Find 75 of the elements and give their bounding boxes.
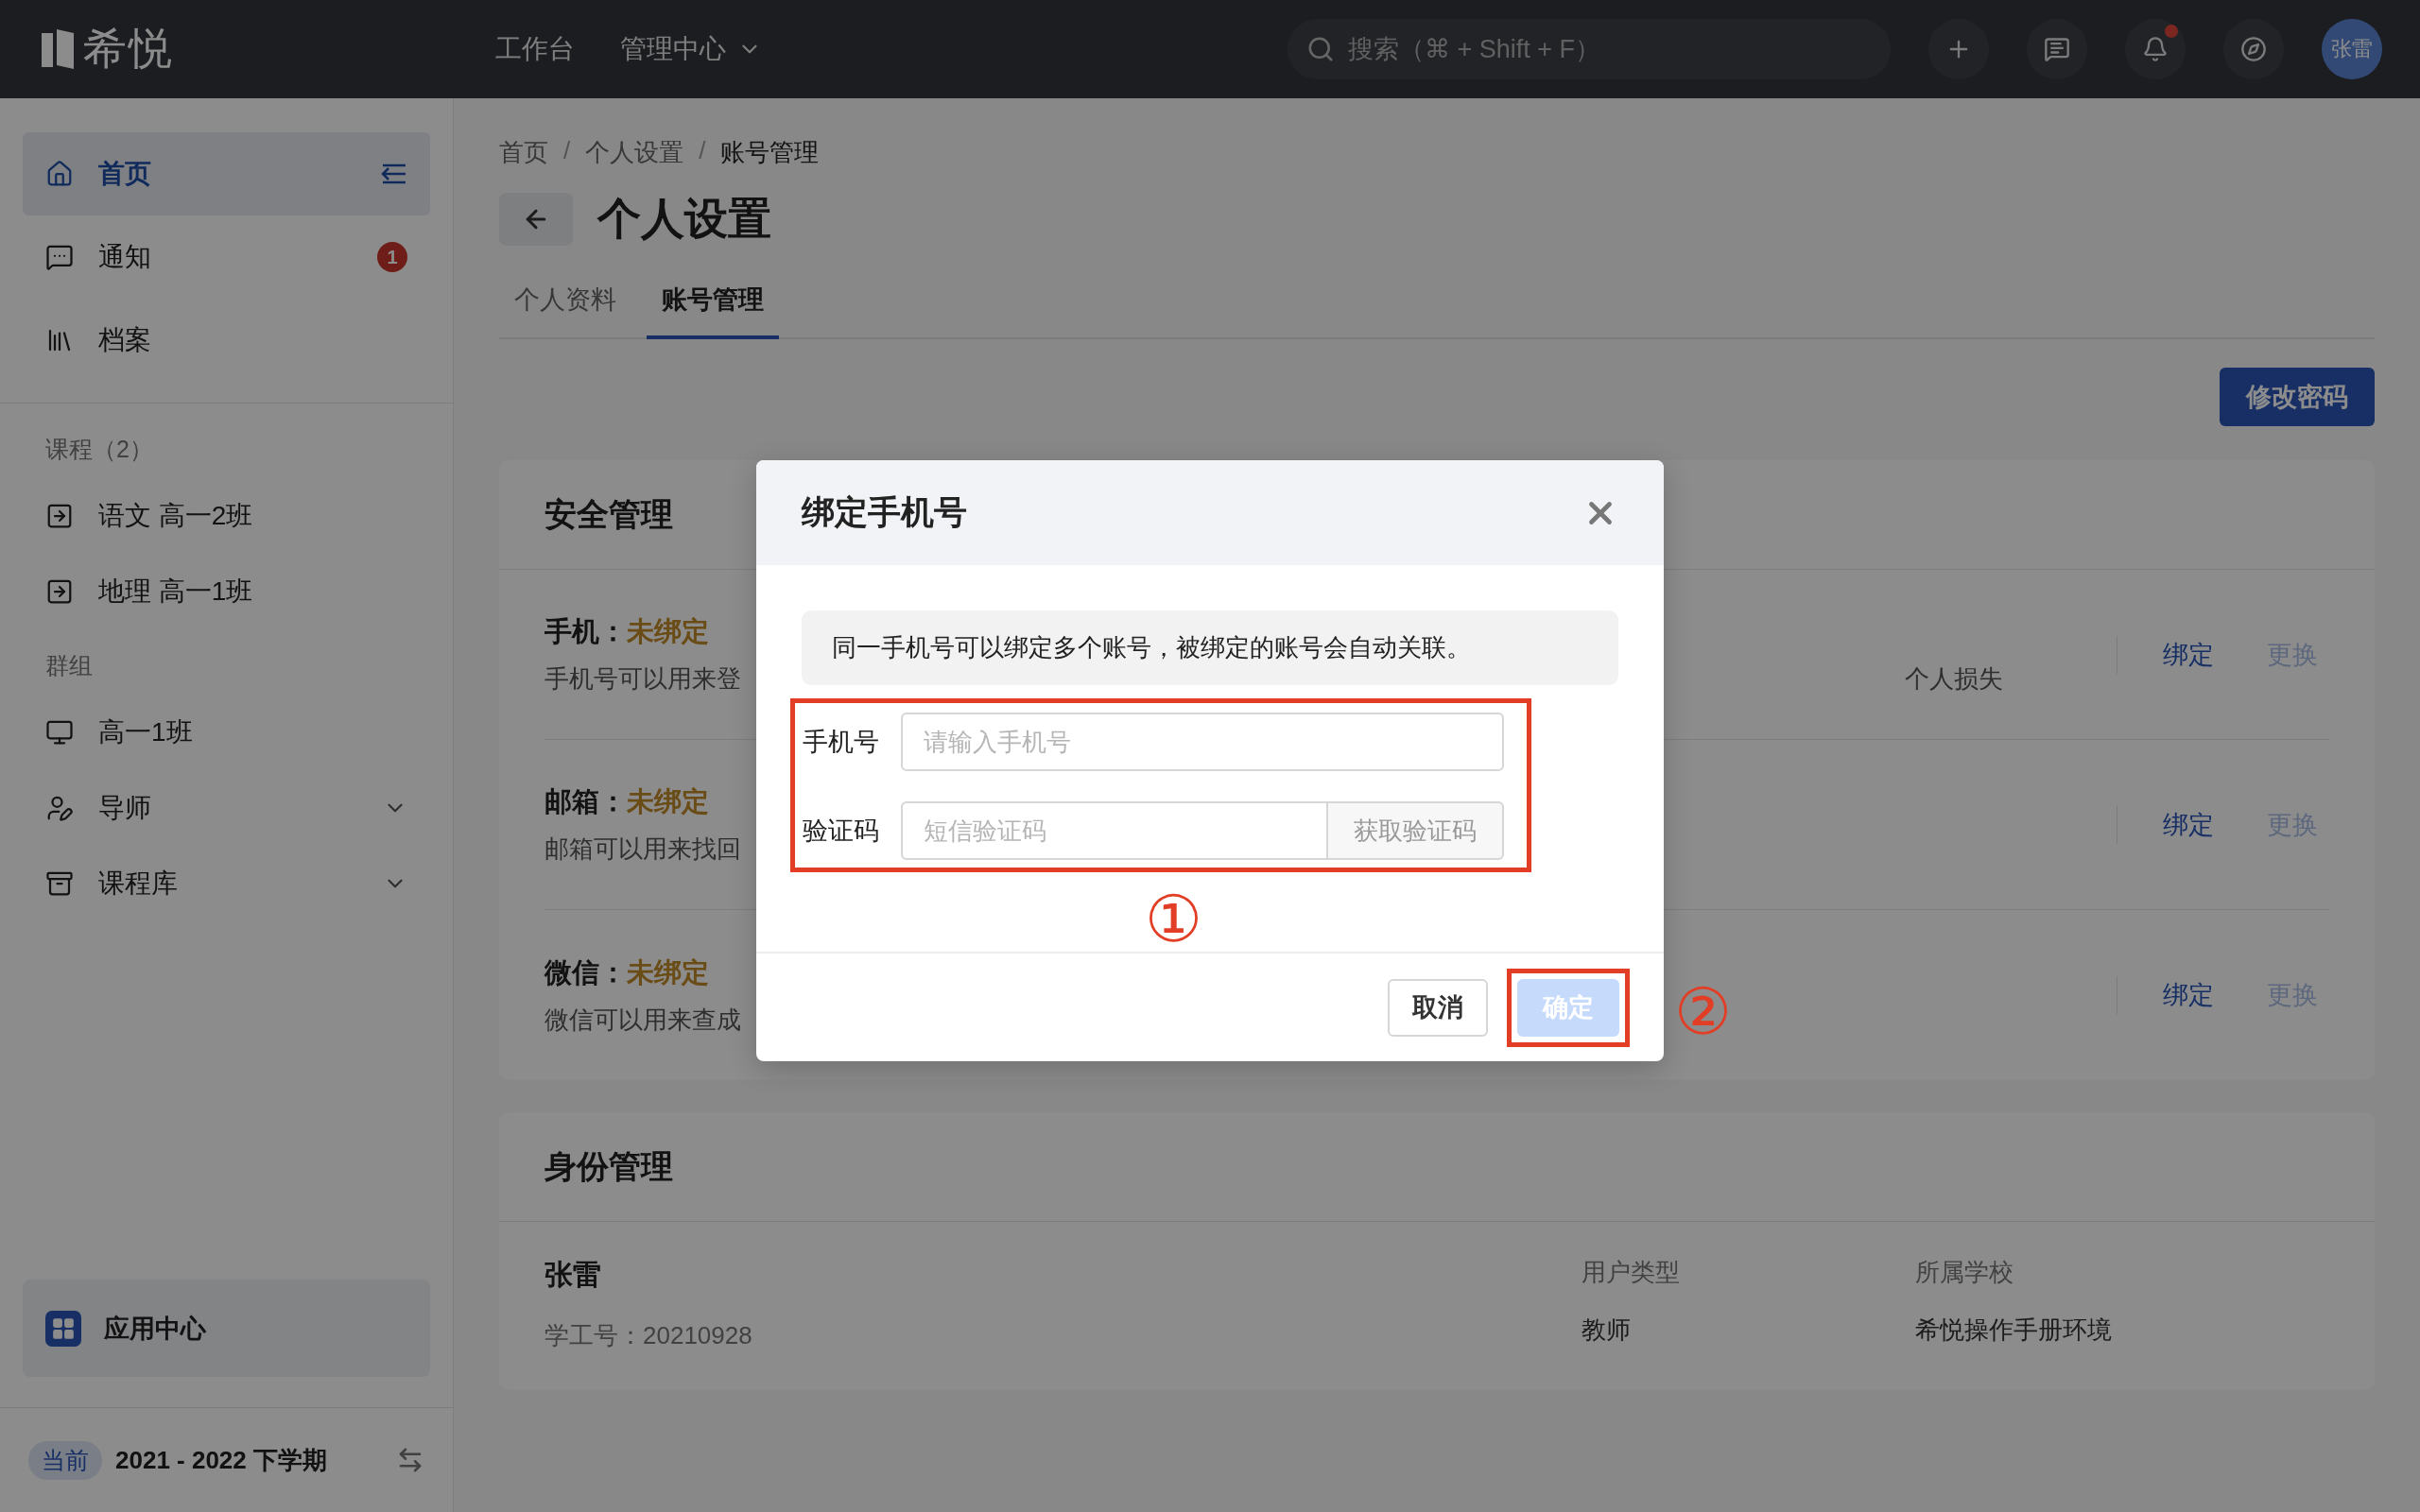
field-value: 希悦操作手册环境 [1915, 1314, 2113, 1346]
field-label: 手机号 [803, 727, 880, 758]
sidebar-item[interactable]: 导师 [23, 770, 430, 846]
card-title: 安全管理 [544, 494, 673, 534]
staff-id: 学工号：20210928 [544, 1320, 753, 1351]
status-text: 未绑定 [627, 785, 709, 818]
row-description: 邮箱可以用来找回 [544, 833, 741, 865]
field-value: 教师 [1582, 1314, 1632, 1346]
logo-icon [42, 27, 74, 71]
row-label: 手机： [544, 615, 627, 648]
chat-icon [2044, 36, 2070, 62]
board-icon [45, 718, 74, 747]
field-label: 用户类型 [1582, 1257, 1681, 1288]
search-icon [1306, 35, 1335, 63]
get-code-button[interactable]: 获取验证码 [1328, 801, 1504, 860]
app-center-label: 应用中心 [104, 1313, 206, 1345]
sidebar-item[interactable]: 档案 [23, 299, 430, 382]
term-label: 2021 - 2022 下学期 [115, 1444, 328, 1476]
change-password-button[interactable]: 修改密码 [2220, 368, 2375, 426]
book-icon [45, 502, 74, 530]
sidebar-item[interactable]: 语文 高一2班 [23, 478, 430, 554]
notice-text: 同一手机号可以绑定多个账号，被绑定的账号会自动关联。 [802, 610, 1618, 685]
book-icon [45, 577, 74, 606]
breadcrumb-separator: / [563, 136, 571, 166]
collapse-icon[interactable] [381, 163, 407, 184]
breadcrumb-item[interactable]: 首页 [499, 136, 548, 169]
sidebar-item[interactable]: 高一1班 [23, 695, 430, 770]
nav-link[interactable]: 工作台 [495, 31, 575, 67]
user-icon [45, 794, 74, 822]
back-button[interactable] [499, 193, 573, 246]
row-description: 微信可以用来查成 [544, 1004, 741, 1036]
user-name: 张雷 [544, 1258, 602, 1292]
section-title: 群组 [44, 651, 94, 680]
sidebar-item[interactable]: 课程库 [23, 846, 430, 921]
sidebar-item[interactable]: 首页 [23, 132, 430, 215]
field-label: 所属学校 [1915, 1257, 2014, 1288]
status-text: 未绑定 [627, 955, 709, 989]
row-description: 手机号可以用来登 [544, 663, 741, 695]
row-label: 微信： [544, 955, 627, 989]
row-description: 个人损失 [1905, 663, 2003, 695]
home-icon [45, 160, 74, 188]
section-title: 课程（2） [44, 435, 154, 464]
dialog-title: 绑定手机号 [802, 492, 967, 532]
sidebar-item[interactable]: 地理 高一1班 [23, 554, 430, 629]
bind-link[interactable]: 绑定 [2163, 807, 2214, 842]
step-number: ① [1145, 886, 1202, 951]
compass-icon [2240, 36, 2267, 62]
field-label: 验证码 [803, 816, 880, 847]
nav-link[interactable]: 管理中心 [620, 31, 762, 67]
code-input[interactable]: 短信验证码 [901, 801, 1328, 860]
grid-icon [45, 1310, 81, 1347]
bind-link[interactable]: 绑定 [2163, 978, 2214, 1012]
card-title: 身份管理 [544, 1146, 673, 1186]
breadcrumb-item[interactable]: 个人设置 [585, 136, 684, 169]
step-number: ② [1674, 978, 1732, 1043]
page-title: 个人设置 [597, 193, 771, 245]
logo-text: 希悦 [83, 23, 174, 75]
current-tag: 当前 [28, 1440, 102, 1480]
user-avatar[interactable]: 张雷 [2322, 19, 2382, 79]
phone-input[interactable]: 请输入手机号 [901, 713, 1504, 771]
stack-icon [45, 869, 74, 898]
sidebar-item[interactable]: 通知 1 [23, 215, 430, 299]
bell-icon [2142, 36, 2169, 62]
bind-link[interactable]: 绑定 [2163, 637, 2214, 672]
status-text: 未绑定 [627, 615, 709, 648]
app-center-item[interactable]: 应用中心 [23, 1280, 430, 1377]
breadcrumb-item: 账号管理 [720, 137, 820, 168]
row-label: 邮箱： [544, 785, 627, 818]
cancel-button[interactable]: 取消 [1388, 978, 1488, 1037]
chat-icon [45, 243, 74, 271]
tab[interactable]: 个人资料 [499, 269, 631, 339]
search-field[interactable]: 搜索（⌘ + Shift + F） [1288, 19, 1891, 79]
count-badge: 1 [377, 242, 407, 272]
breadcrumb-separator: / [699, 136, 706, 166]
tab[interactable]: 账号管理 [647, 269, 779, 339]
